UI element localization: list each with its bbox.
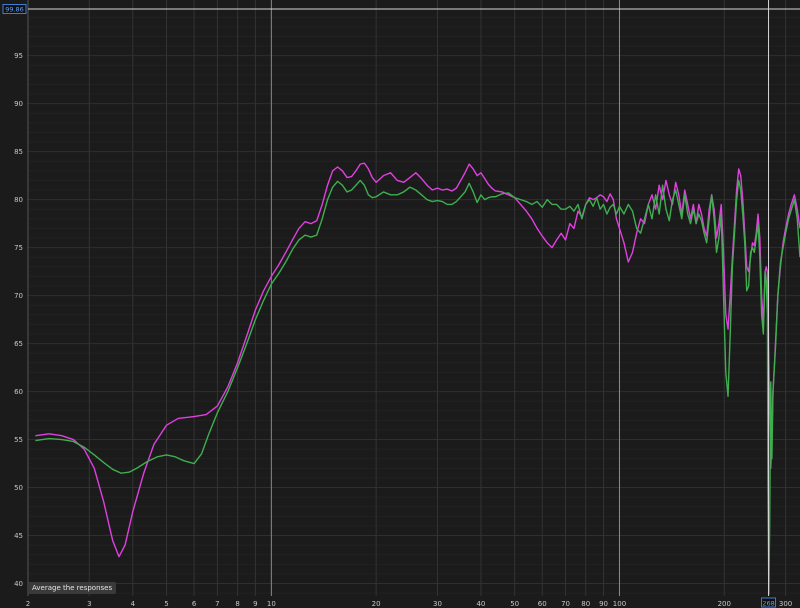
x-tick-label: 100 [613,600,626,608]
x-tick-label: 9 [253,600,257,608]
x-tick-label: 40 [476,600,485,608]
y-tick-label: 70 [14,292,23,300]
y-tick-label: 75 [14,244,23,252]
x-tick-label: 8 [235,600,239,608]
x-tick-label: 4 [131,600,136,608]
x-tick-label: 2 [26,600,30,608]
x-tick-label: 50 [510,600,519,608]
x-tick-label: 200 [718,600,731,608]
x-tick-label: 10 [267,600,276,608]
x-tick-label: 70 [561,600,570,608]
y-tick-label: 55 [14,436,23,444]
x-tick-label: 20 [372,600,381,608]
cursor-x-readout: 268 [762,600,774,608]
y-tick-label: 60 [14,388,23,396]
y-tick-label: 65 [14,340,23,348]
x-tick-label: 60 [538,600,547,608]
frequency-response-chart[interactable]: 4045505560657075808590952 3 4 5 6 7 8 9 10 20 30 40… [0,0,800,608]
x-tick-label: 3 [87,600,91,608]
cursor-y-readout: 99.86 [5,6,24,14]
average-responses-tooltip: Average the responses [28,582,117,594]
y-tick-label: 40 [14,580,23,588]
y-tick-label: 90 [14,100,23,108]
y-tick-label: 45 [14,532,23,540]
y-tick-label: 85 [14,148,23,156]
x-tick-label: 300 [779,600,792,608]
x-tick-label: 30 [433,600,442,608]
x-tick-label: 6 [192,600,197,608]
y-tick-label: 50 [14,484,23,492]
y-tick-label: 95 [14,52,23,60]
y-tick-label: 80 [14,196,23,204]
x-tick-label: 90 [599,600,608,608]
x-tick-label: 80 [581,600,590,608]
x-tick-label: 5 [164,600,168,608]
x-tick-label: 7 [215,600,219,608]
